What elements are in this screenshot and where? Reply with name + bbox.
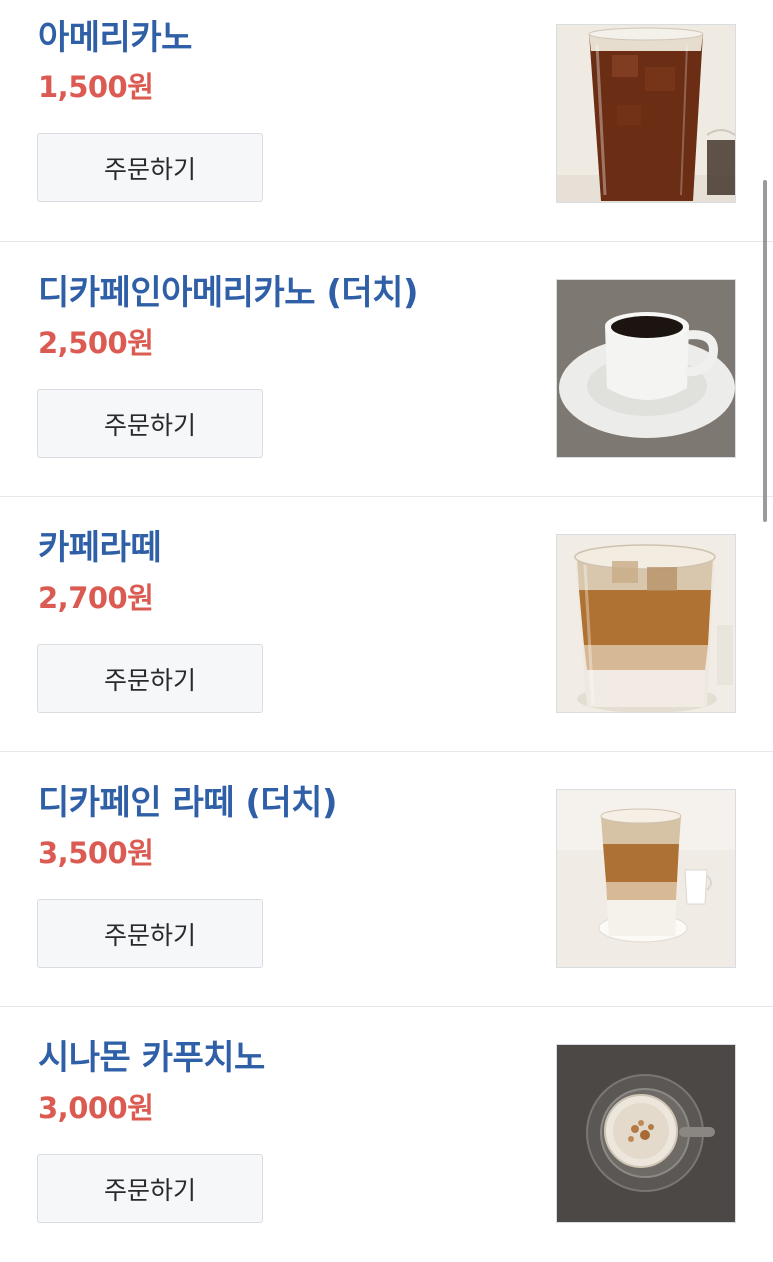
order-button[interactable]: 주문하기 (37, 899, 263, 968)
item-price: 3,500원 (38, 836, 154, 870)
hot-coffee-cup-image[interactable] (556, 279, 736, 458)
item-price: 2,700원 (38, 581, 154, 615)
scrollbar[interactable] (763, 180, 767, 522)
item-price: 2,500원 (38, 326, 154, 360)
order-button[interactable]: 주문하기 (37, 133, 263, 202)
item-name: 아메리카노 (38, 18, 192, 58)
menu-item-americano[interactable]: 아메리카노 1,500원 주문하기 (0, 0, 773, 242)
order-button[interactable]: 주문하기 (37, 389, 263, 458)
item-name: 디카페인아메리카노 (더치) (38, 273, 419, 313)
cappuccino-image[interactable] (556, 1044, 736, 1223)
iced-americano-image[interactable] (556, 24, 736, 203)
menu-item-cafe-latte[interactable]: 카페라떼 2,700원 주문하기 (0, 497, 773, 752)
item-price: 1,500원 (38, 70, 154, 104)
iced-latte-image[interactable] (556, 534, 736, 713)
menu-item-decaf-latte[interactable]: 디카페인 라떼 (더치) 3,500원 주문하기 (0, 752, 773, 1007)
item-price: 3,000원 (38, 1091, 154, 1125)
order-button[interactable]: 주문하기 (37, 1154, 263, 1223)
iced-latte-small-image[interactable] (556, 789, 736, 968)
item-name: 시나몬 카푸치노 (38, 1038, 265, 1078)
menu-list: 아메리카노 1,500원 주문하기 디카페인아메리카노 (더치) 2,500원 … (0, 0, 773, 1262)
item-name: 카페라떼 (38, 528, 162, 568)
order-button[interactable]: 주문하기 (37, 644, 263, 713)
menu-item-decaf-americano[interactable]: 디카페인아메리카노 (더치) 2,500원 주문하기 (0, 242, 773, 497)
item-name: 디카페인 라떼 (더치) (38, 783, 338, 823)
menu-item-cinnamon-cappuccino[interactable]: 시나몬 카푸치노 3,000원 주문하기 (0, 1007, 773, 1262)
